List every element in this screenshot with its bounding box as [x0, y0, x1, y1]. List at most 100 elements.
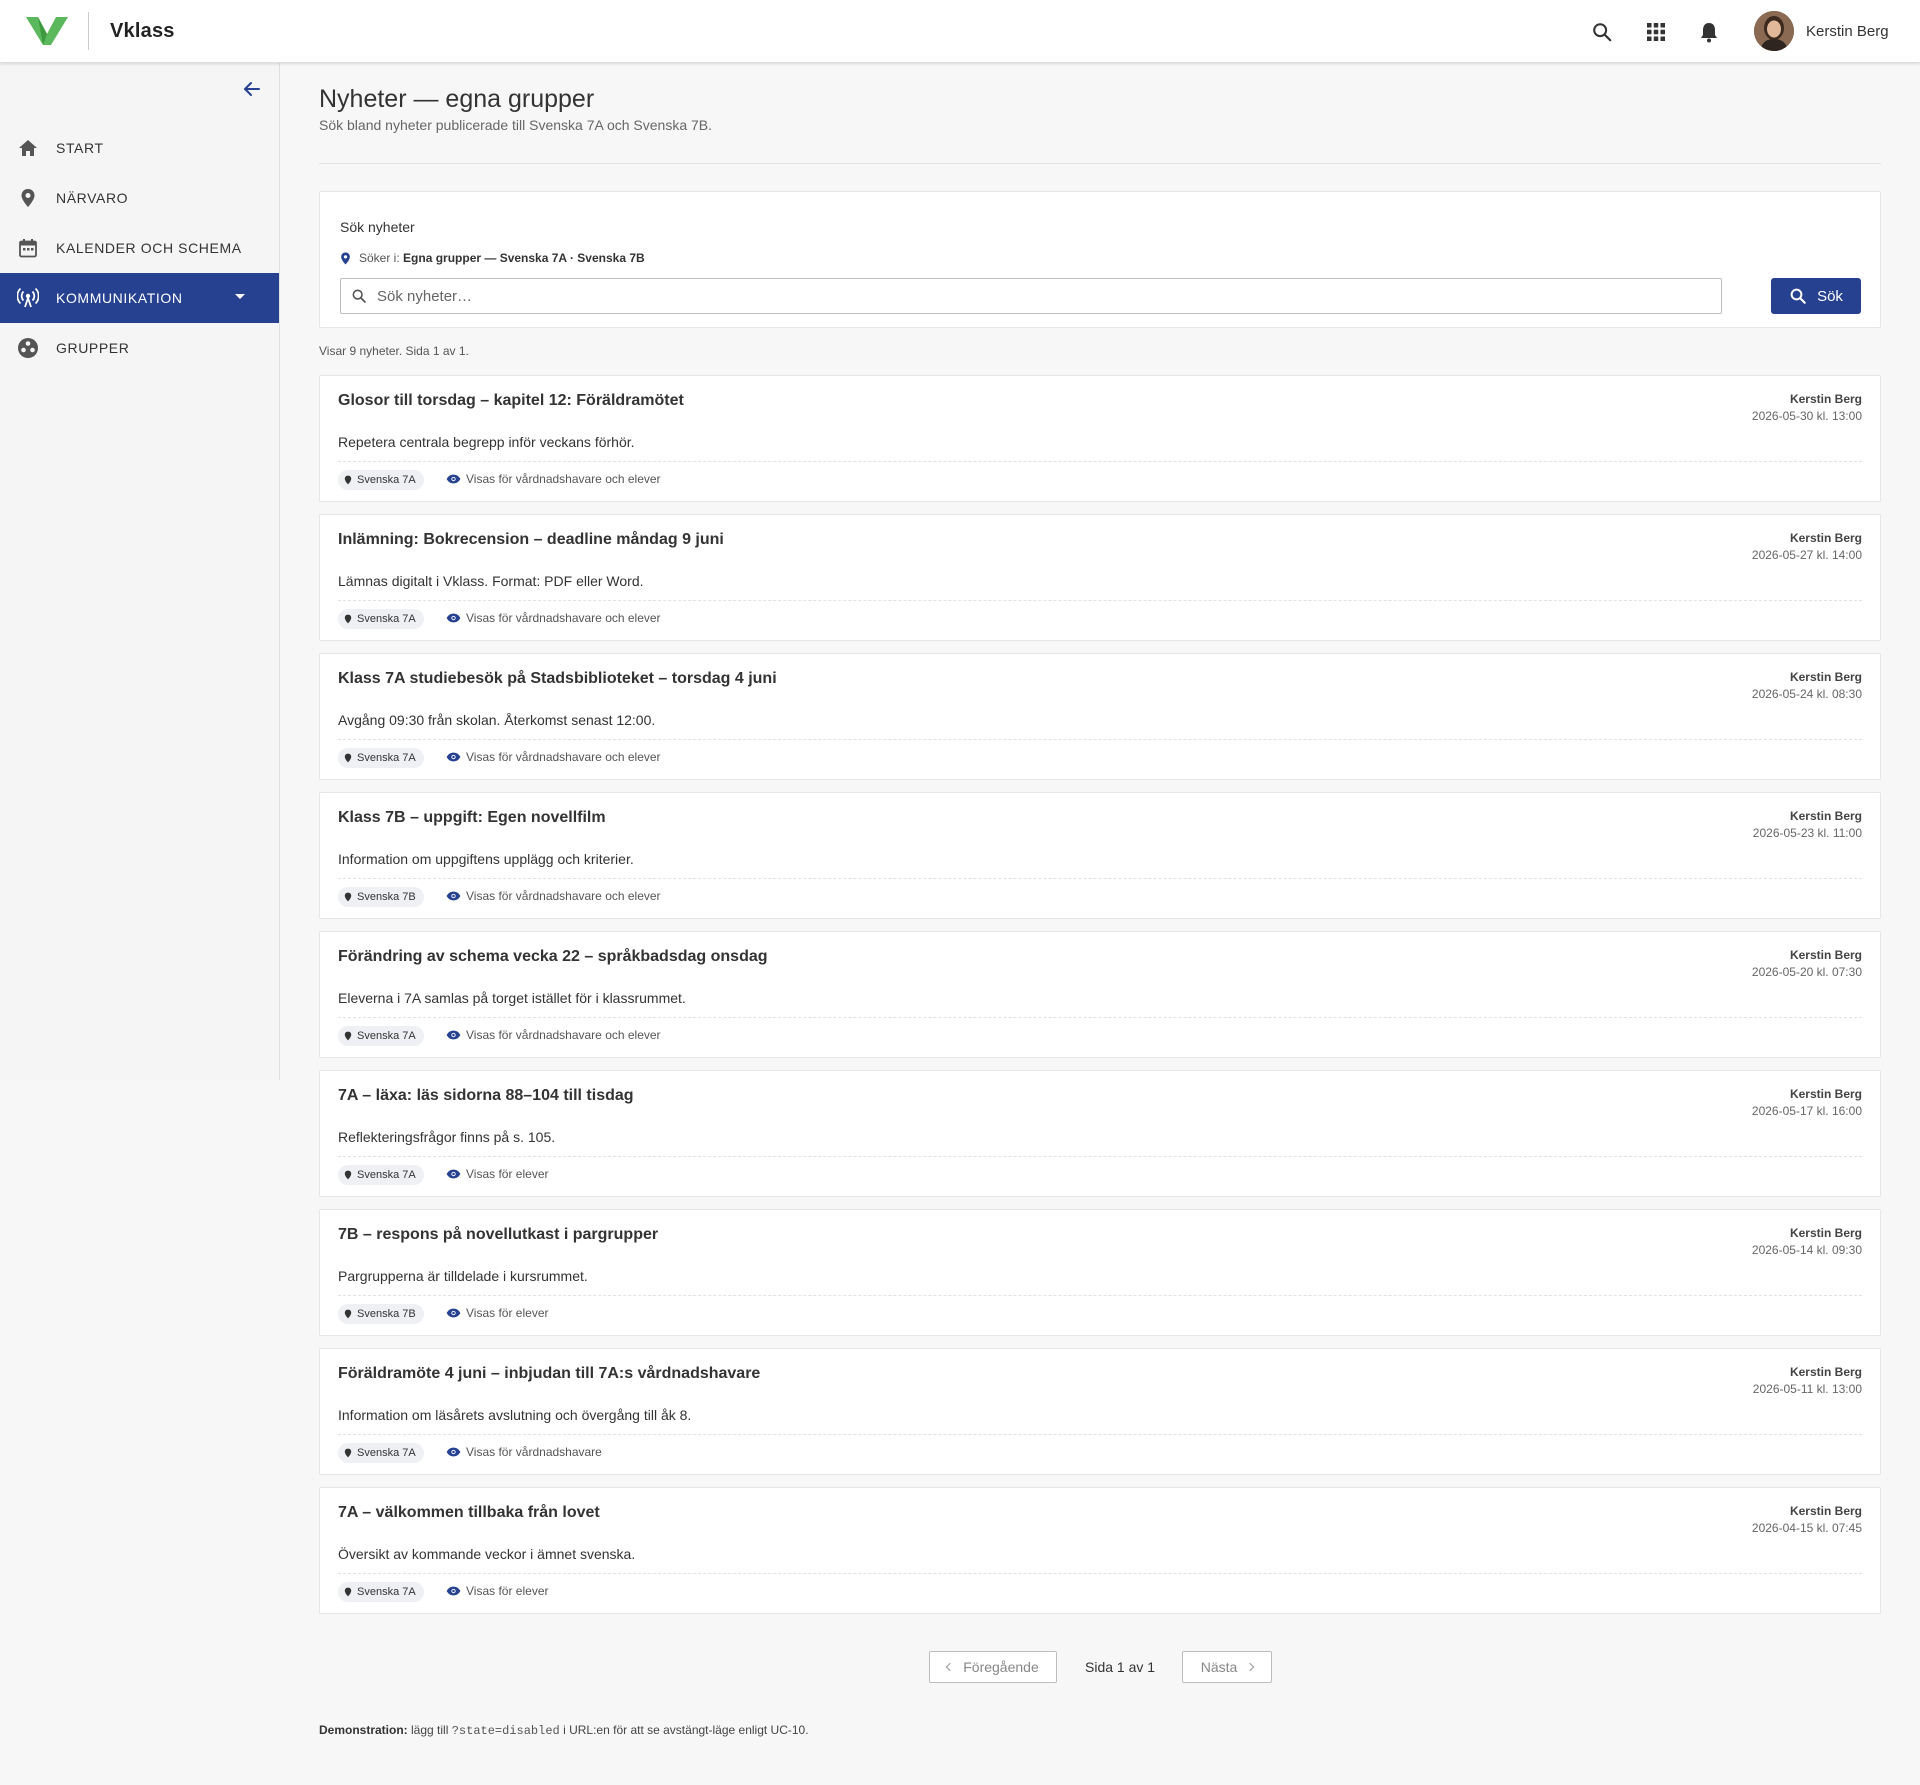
group-chip-label: Svenska 7A: [357, 1030, 416, 1042]
eye-icon: [446, 752, 461, 762]
news-title[interactable]: Inlämning: Bokrecension – deadline månda…: [338, 531, 724, 549]
news-title[interactable]: Glosor till torsdag – kapitel 12: Föräld…: [338, 392, 684, 410]
eye-icon: [446, 1030, 461, 1040]
search-field[interactable]: [340, 278, 1722, 314]
visibility-info: Visas för vårdnadshavare och elever: [446, 1028, 661, 1042]
divider: [319, 163, 1881, 164]
top-bar: Vklass Kerstin Berg: [0, 0, 1920, 63]
sidebar-item-narvaro[interactable]: NÄRVARO: [0, 173, 279, 223]
sidebar-item-grupper[interactable]: GRUPPER: [0, 323, 279, 373]
news-title[interactable]: 7A – läxa: läs sidorna 88–104 till tisda…: [338, 1087, 634, 1105]
divider: [338, 600, 1862, 601]
news-date: 2026-05-14 kl. 09:30: [1751, 1243, 1862, 1257]
visibility-info: Visas för elever: [446, 1167, 548, 1181]
search-input[interactable]: [377, 279, 1707, 313]
vklass-logo[interactable]: [24, 14, 70, 48]
sidebar-nav: START NÄRVARO KALENDER OCH SCHEMA KOMMUN…: [0, 123, 279, 373]
news-title[interactable]: 7B – respons på novellutkast i pargruppe…: [338, 1226, 658, 1244]
logo-divider: [88, 12, 89, 50]
news-item[interactable]: Inlämning: Bokrecension – deadline månda…: [319, 514, 1881, 641]
next-page-button[interactable]: Nästa: [1182, 1651, 1272, 1683]
news-title[interactable]: Förändring av schema vecka 22 – språkbad…: [338, 948, 768, 966]
news-title[interactable]: Klass 7B – uppgift: Egen novellfilm: [338, 809, 606, 827]
eye-icon: [446, 1169, 461, 1179]
brand-name[interactable]: Vklass: [110, 20, 175, 43]
search-scope: Söker i: Egna grupper — Svenska 7A · Sve…: [340, 251, 645, 265]
group-chip-label: Svenska 7A: [357, 1447, 416, 1459]
group-chip-label: Svenska 7A: [357, 474, 416, 486]
calendar-icon: [16, 236, 40, 260]
visibility-info: Visas för vårdnadshavare och elever: [446, 611, 661, 625]
scope-value: Egna grupper — Svenska 7A · Svenska 7B: [403, 251, 645, 265]
visibility-info: Visas för vårdnadshavare och elever: [446, 889, 661, 903]
news-item[interactable]: Klass 7B – uppgift: Egen novellfilm Kers…: [319, 792, 1881, 919]
search-icon[interactable]: [1588, 18, 1616, 46]
sidebar-item-label: KALENDER OCH SCHEMA: [56, 240, 242, 256]
news-author: Kerstin Berg: [1789, 670, 1862, 684]
visibility-label: Visas för vårdnadshavare och elever: [466, 472, 661, 486]
news-item[interactable]: Glosor till torsdag – kapitel 12: Föräld…: [319, 375, 1881, 502]
news-item[interactable]: Klass 7A studiebesök på Stadsbiblioteket…: [319, 653, 1881, 780]
search-button[interactable]: Sök: [1771, 278, 1861, 314]
news-body: Eleverna i 7A samlas på torget istället …: [338, 990, 686, 1006]
search-label: Sök nyheter: [340, 219, 415, 235]
group-chip: Svenska 7A: [338, 609, 424, 629]
visibility-info: Visas för elever: [446, 1306, 548, 1320]
visibility-label: Visas för vårdnadshavare och elever: [466, 611, 661, 625]
news-item[interactable]: 7A – välkommen tillbaka från lovet Kerst…: [319, 1487, 1881, 1614]
collapse-sidebar-button[interactable]: [238, 75, 266, 103]
previous-page-button[interactable]: Föregående: [929, 1651, 1057, 1683]
apps-grid-icon[interactable]: [1642, 18, 1670, 46]
avatar[interactable]: [1754, 11, 1794, 51]
group-chip-label: Svenska 7A: [357, 1169, 416, 1181]
home-icon: [16, 136, 40, 160]
divider: [338, 1017, 1862, 1018]
news-date: 2026-05-30 kl. 13:00: [1751, 409, 1862, 423]
sidebar-item-start[interactable]: START: [0, 123, 279, 173]
visibility-label: Visas för vårdnadshavare och elever: [466, 1028, 661, 1042]
sidebar-item-label: KOMMUNIKATION: [56, 290, 183, 306]
news-title[interactable]: 7A – välkommen tillbaka från lovet: [338, 1504, 600, 1522]
location-pin-icon: [344, 1031, 352, 1041]
visibility-label: Visas för elever: [466, 1584, 549, 1598]
divider: [338, 878, 1862, 879]
group-chip-label: Svenska 7A: [357, 613, 416, 625]
visibility-info: Visas för vårdnadshavare: [446, 1445, 602, 1459]
news-item[interactable]: 7A – läxa: läs sidorna 88–104 till tisda…: [319, 1070, 1881, 1197]
location-pin-icon: [16, 186, 40, 210]
news-item[interactable]: Förändring av schema vecka 22 – språkbad…: [319, 931, 1881, 1058]
news-title[interactable]: Föräldramöte 4 juni – inbjudan till 7A:s…: [338, 1365, 760, 1383]
news-author: Kerstin Berg: [1789, 531, 1862, 545]
group-chip: Svenska 7B: [338, 887, 424, 907]
user-name[interactable]: Kerstin Berg: [1806, 23, 1889, 40]
page-title: Nyheter — egna grupper: [319, 85, 595, 113]
location-pin-icon: [344, 614, 352, 624]
sidebar-item-kommunikation[interactable]: KOMMUNIKATION: [0, 273, 279, 323]
news-date: 2026-05-27 kl. 14:00: [1751, 548, 1862, 562]
location-pin-icon: [344, 753, 352, 763]
caret-down-icon: [235, 294, 245, 299]
group-chip-label: Svenska 7B: [357, 1308, 416, 1320]
news-title[interactable]: Klass 7A studiebesök på Stadsbiblioteket…: [338, 670, 777, 688]
eye-icon: [446, 1586, 461, 1596]
page-subtitle: Sök bland nyheter publicerade till Svens…: [319, 117, 713, 133]
visibility-label: Visas för vårdnadshavare: [466, 1445, 602, 1459]
bell-icon[interactable]: [1695, 18, 1723, 46]
visibility-label: Visas för vårdnadshavare och elever: [466, 750, 661, 764]
news-item[interactable]: 7B – respons på novellutkast i pargruppe…: [319, 1209, 1881, 1336]
sidebar-item-kalender[interactable]: KALENDER OCH SCHEMA: [0, 223, 279, 273]
news-body: Information om uppgiftens upplägg och kr…: [338, 851, 634, 867]
news-author: Kerstin Berg: [1789, 1087, 1862, 1101]
visibility-label: Visas för vårdnadshavare och elever: [466, 889, 661, 903]
eye-icon: [446, 1308, 461, 1318]
news-item[interactable]: Föräldramöte 4 juni – inbjudan till 7A:s…: [319, 1348, 1881, 1475]
group-chip: Svenska 7A: [338, 1026, 424, 1046]
page-indicator: Sida 1 av 1: [1085, 1659, 1156, 1675]
visibility-label: Visas för elever: [466, 1167, 549, 1181]
chevron-right-icon: [1246, 1662, 1255, 1672]
location-pin-icon: [341, 252, 350, 264]
divider: [338, 1434, 1862, 1435]
broadcast-icon: [16, 286, 40, 310]
news-list: Glosor till torsdag – kapitel 12: Föräld…: [319, 375, 1881, 1626]
pagination: Föregående Sida 1 av 1 Nästa: [319, 1651, 1881, 1683]
